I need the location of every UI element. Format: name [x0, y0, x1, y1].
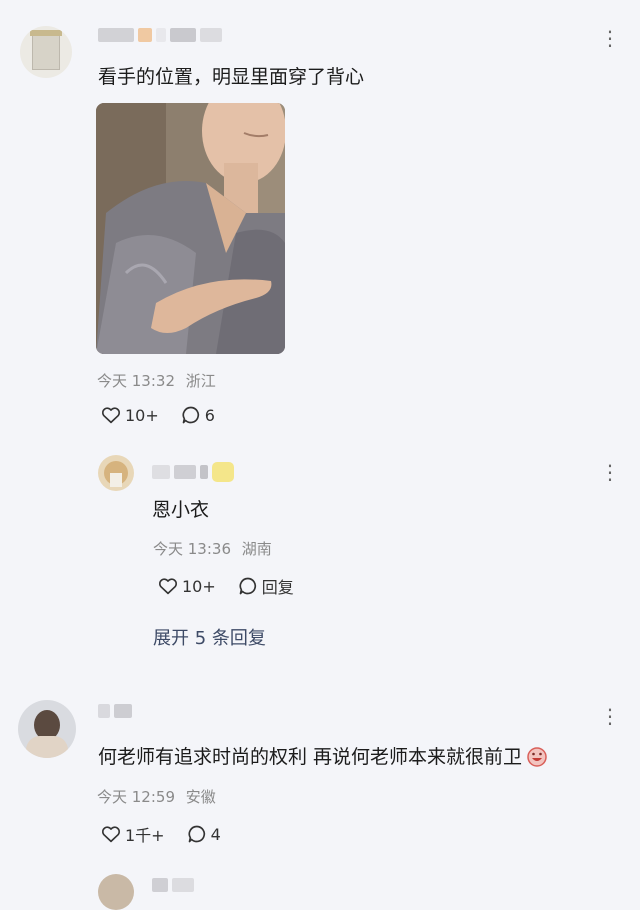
- comment-actions: 10+ 6: [101, 405, 237, 425]
- comment-text: 看手的位置，明显里面穿了背心: [98, 66, 365, 88]
- like-count: 10+: [125, 405, 159, 425]
- expand-replies-link[interactable]: 展开 5 条回复: [153, 624, 266, 650]
- username[interactable]: [152, 878, 194, 892]
- reply-actions: 10+ 回复: [158, 574, 316, 598]
- laughing-emoji-icon: [526, 745, 548, 767]
- heart-icon: [158, 577, 178, 595]
- like-button[interactable]: 10+: [101, 406, 159, 425]
- avatar[interactable]: [98, 455, 134, 491]
- badge-icon: [212, 462, 234, 482]
- reply-count: 6: [204, 405, 215, 425]
- comment-time: 今天 12:59: [97, 788, 175, 806]
- like-count: 10+: [182, 576, 216, 596]
- speech-bubble-icon: [181, 405, 201, 425]
- reply-meta: 今天 13:36 湖南: [153, 538, 272, 559]
- avatar[interactable]: [20, 26, 72, 78]
- comment-photo[interactable]: [96, 103, 285, 354]
- heart-icon: [101, 406, 121, 424]
- comment-time: 今天 13:32: [97, 372, 175, 390]
- avatar[interactable]: [98, 874, 134, 910]
- more-dots-icon[interactable]: ⋮: [600, 704, 621, 728]
- comment-actions: 1千+ 4: [101, 822, 243, 846]
- comment-text: 何老师有追求时尚的权利 再说何老师本来就很前卫: [98, 742, 548, 769]
- username[interactable]: [98, 704, 132, 718]
- username[interactable]: [152, 462, 234, 482]
- comment-button[interactable]: 4: [187, 824, 221, 844]
- reply-text: 恩小衣: [152, 499, 210, 521]
- comment-location: 浙江: [185, 372, 216, 390]
- comment-button[interactable]: 6: [181, 405, 215, 425]
- comment-meta: 今天 13:32 浙江: [97, 370, 216, 391]
- reply-time: 今天 13:36: [153, 540, 231, 558]
- reply-count: 4: [210, 824, 221, 844]
- more-dots-icon[interactable]: ⋮: [600, 26, 621, 50]
- more-dots-icon[interactable]: ⋮: [600, 460, 621, 484]
- avatar[interactable]: [18, 700, 76, 758]
- reply-button[interactable]: 回复: [238, 574, 294, 598]
- like-button[interactable]: 1千+: [101, 822, 165, 846]
- heart-icon: [101, 825, 121, 843]
- like-count: 1千+: [125, 826, 165, 845]
- speech-bubble-icon: [187, 824, 207, 844]
- speech-bubble-icon: [238, 576, 258, 596]
- reply-label: 回复: [261, 578, 294, 597]
- like-button[interactable]: 10+: [158, 577, 216, 596]
- comment-location: 安徽: [185, 788, 216, 806]
- reply-location: 湖南: [241, 540, 272, 558]
- comment-meta: 今天 12:59 安徽: [97, 786, 216, 807]
- username[interactable]: [98, 28, 222, 42]
